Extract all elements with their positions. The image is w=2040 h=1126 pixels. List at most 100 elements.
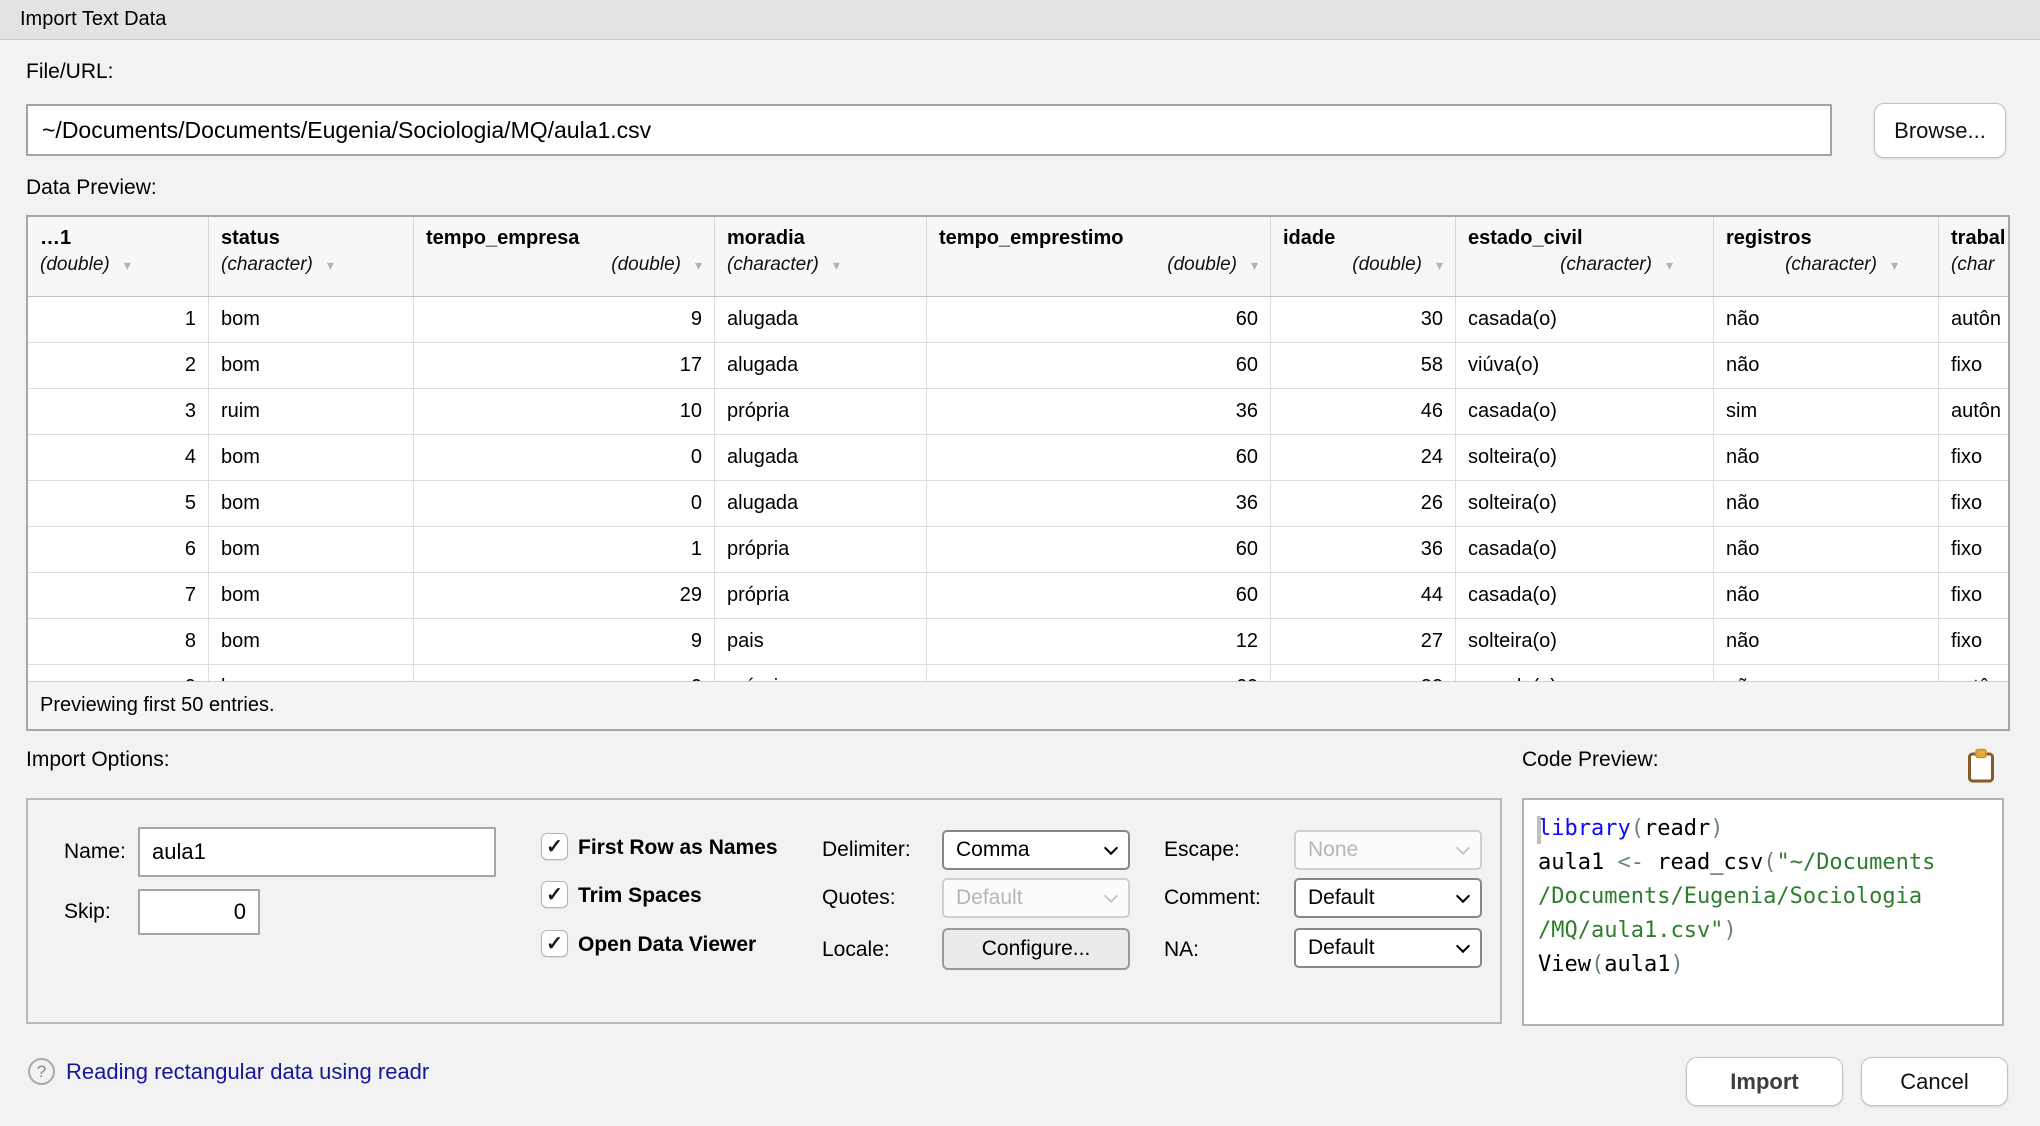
table-cell: solteira(o) xyxy=(1456,619,1714,664)
copy-to-clipboard-icon[interactable] xyxy=(1966,748,1996,784)
import-button-label: Import xyxy=(1730,1069,1798,1095)
delimiter-label: Delimiter: xyxy=(822,838,911,862)
column-type-menu-arrow-icon[interactable]: ▾ xyxy=(1891,257,1898,273)
column-name: …1 xyxy=(28,217,208,250)
import-options-label: Import Options: xyxy=(26,748,170,772)
file-url-input[interactable] xyxy=(26,104,1832,156)
chevron-down-icon xyxy=(1104,841,1118,855)
delimiter-select[interactable]: Comma xyxy=(942,830,1130,870)
table-cell: 1 xyxy=(28,297,209,342)
table-cell: não xyxy=(1714,435,1939,480)
help-link[interactable]: Reading rectangular data using readr xyxy=(66,1059,429,1085)
column-header-8[interactable]: trabal(char xyxy=(1939,217,2008,296)
table-cell: própria xyxy=(715,573,927,618)
column-header-5[interactable]: idade(double)▾ xyxy=(1271,217,1456,296)
column-header-0[interactable]: …1(double)▾ xyxy=(28,217,209,296)
table-cell: fixo xyxy=(1939,527,2008,572)
column-name: registros xyxy=(1714,217,1938,250)
first-row-as-names-checkbox[interactable]: ✓ xyxy=(541,833,568,860)
column-type: (double)▾ xyxy=(927,250,1270,276)
comment-select[interactable]: Default xyxy=(1294,878,1482,918)
table-cell: autôn xyxy=(1939,389,2008,434)
table-cell: própria xyxy=(715,665,927,681)
table-cell: 0 xyxy=(414,481,715,526)
column-type: (double)▾ xyxy=(28,250,208,276)
column-header-1[interactable]: status(character)▾ xyxy=(209,217,414,296)
browse-button[interactable]: Browse... xyxy=(1874,103,2006,158)
table-cell: 0 xyxy=(414,435,715,480)
table-cell: bom xyxy=(209,527,414,572)
cancel-button-label: Cancel xyxy=(1900,1069,1968,1095)
table-header-row: …1(double)▾status(character)▾tempo_empre… xyxy=(28,217,2008,297)
column-type-menu-arrow-icon[interactable]: ▾ xyxy=(124,257,131,273)
table-cell: 9 xyxy=(414,297,715,342)
table-cell: bom xyxy=(209,435,414,480)
chevron-down-icon xyxy=(1104,889,1118,903)
table-row: 8bom9pais1227solteira(o)nãofixo xyxy=(28,619,2008,665)
check-icon: ✓ xyxy=(546,834,563,859)
column-name: moradia xyxy=(715,217,926,250)
table-cell: ruim xyxy=(209,389,414,434)
help-icon[interactable]: ? xyxy=(28,1058,55,1085)
column-header-7[interactable]: registros(character)▾ xyxy=(1714,217,1939,296)
table-cell: solteira(o) xyxy=(1456,435,1714,480)
table-row: 1bom9alugada6030casada(o)nãoautôn xyxy=(28,297,2008,343)
skip-input[interactable] xyxy=(138,889,260,935)
table-cell: bom xyxy=(209,573,414,618)
table-cell: alugada xyxy=(715,297,927,342)
chevron-down-icon xyxy=(1456,939,1470,953)
table-cell: 6 xyxy=(28,527,209,572)
column-header-3[interactable]: moradia(character)▾ xyxy=(715,217,927,296)
table-cell: pais xyxy=(715,619,927,664)
column-type: (character)▾ xyxy=(1714,250,1938,276)
table-cell: 60 xyxy=(927,527,1271,572)
table-cell: bom xyxy=(209,619,414,664)
column-type-menu-arrow-icon[interactable]: ▾ xyxy=(327,257,334,273)
column-type-menu-arrow-icon[interactable]: ▾ xyxy=(1436,257,1443,273)
table-cell: bom xyxy=(209,297,414,342)
code-line: /Documents/Eugenia/Sociologia xyxy=(1538,880,1988,914)
window-titlebar: Import Text Data xyxy=(0,0,2040,40)
column-type-menu-arrow-icon[interactable]: ▾ xyxy=(833,257,840,273)
table-cell: não xyxy=(1714,665,1939,681)
locale-label: Locale: xyxy=(822,938,890,962)
open-data-viewer-checkbox[interactable]: ✓ xyxy=(541,930,568,957)
table-body: 1bom9alugada6030casada(o)nãoautôn2bom17a… xyxy=(28,297,2008,681)
table-cell: 58 xyxy=(1271,343,1456,388)
column-header-4[interactable]: tempo_emprestimo(double)▾ xyxy=(927,217,1271,296)
table-row: 2bom17alugada6058viúva(o)nãofixo xyxy=(28,343,2008,389)
column-name: estado_civil xyxy=(1456,217,1713,250)
table-cell: casada(o) xyxy=(1456,527,1714,572)
table-cell: solteira(o) xyxy=(1456,481,1714,526)
table-cell: 9 xyxy=(414,619,715,664)
column-type-menu-arrow-icon[interactable]: ▾ xyxy=(1251,257,1258,273)
configure-button-label: Configure... xyxy=(982,937,1091,961)
table-cell: 60 xyxy=(927,435,1271,480)
column-header-6[interactable]: estado_civil(character)▾ xyxy=(1456,217,1714,296)
column-type-menu-arrow-icon[interactable]: ▾ xyxy=(695,257,702,273)
column-header-2[interactable]: tempo_empresa(double)▾ xyxy=(414,217,715,296)
table-cell: 60 xyxy=(927,297,1271,342)
cancel-button[interactable]: Cancel xyxy=(1861,1057,2008,1106)
table-cell: casada(o) xyxy=(1456,389,1714,434)
trim-spaces-checkbox[interactable]: ✓ xyxy=(541,881,568,908)
column-type-menu-arrow-icon[interactable]: ▾ xyxy=(1666,257,1673,273)
table-cell: bom xyxy=(209,343,414,388)
table-cell: 2 xyxy=(28,343,209,388)
check-icon: ✓ xyxy=(546,882,563,907)
locale-configure-button[interactable]: Configure... xyxy=(942,928,1130,970)
check-icon: ✓ xyxy=(546,931,563,956)
table-cell: viúva(o) xyxy=(1456,343,1714,388)
delimiter-value: Comma xyxy=(956,838,1030,862)
table-cell: 26 xyxy=(1271,481,1456,526)
table-cell: não xyxy=(1714,573,1939,618)
import-button[interactable]: Import xyxy=(1686,1057,1843,1106)
na-select[interactable]: Default xyxy=(1294,928,1482,968)
table-cell: não xyxy=(1714,343,1939,388)
data-preview-label: Data Preview: xyxy=(26,176,157,200)
column-name: tempo_emprestimo xyxy=(927,217,1270,250)
quotes-select: Default xyxy=(942,878,1130,918)
table-cell: fixo xyxy=(1939,435,2008,480)
name-input[interactable] xyxy=(138,827,496,877)
escape-select: None xyxy=(1294,830,1482,870)
